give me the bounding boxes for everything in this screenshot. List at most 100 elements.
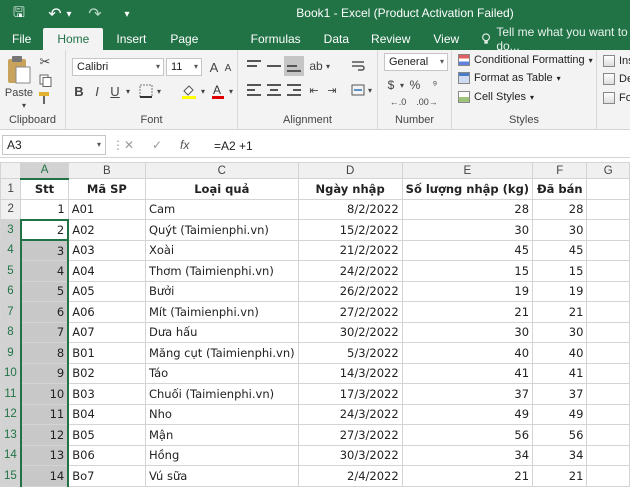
bottom-align-icon[interactable] — [284, 56, 304, 76]
cell[interactable]: 14 — [19, 465, 70, 487]
column-header-e[interactable]: E — [401, 162, 534, 179]
cell[interactable]: 14/3/2022 — [297, 362, 403, 384]
increase-font-icon[interactable]: A — [208, 58, 220, 76]
copy-icon[interactable] — [38, 72, 52, 88]
fill-color-icon[interactable] — [180, 82, 198, 100]
column-header-d[interactable]: D — [297, 162, 403, 179]
cell[interactable]: 21 — [401, 301, 534, 323]
cell[interactable]: A05 — [67, 280, 146, 302]
cell[interactable]: B02 — [67, 362, 146, 384]
cell[interactable]: 34 — [401, 444, 534, 466]
cell[interactable]: 15 — [401, 260, 534, 282]
cell[interactable]: 11 — [19, 403, 70, 425]
row-header[interactable]: 6 — [0, 280, 22, 302]
cell[interactable] — [586, 260, 630, 282]
increase-decimal-icon[interactable]: ←.0 — [386, 94, 410, 110]
cell[interactable]: B06 — [67, 444, 146, 466]
cell[interactable]: 30/3/2022 — [297, 444, 403, 466]
header-cell[interactable]: Ngày nhập — [297, 178, 403, 200]
row-header[interactable]: 8 — [0, 321, 22, 343]
cell[interactable]: 49 — [401, 403, 534, 425]
cell-styles-button[interactable]: Cell Styles ▾ — [458, 88, 534, 106]
cell[interactable]: 27/3/2022 — [297, 424, 403, 446]
fill-color-dropdown-icon[interactable]: ▾ — [199, 82, 207, 100]
align-center-icon[interactable] — [266, 82, 282, 98]
format-as-table-button[interactable]: Format as Table ▾ — [458, 69, 561, 87]
bold-button[interactable]: B — [72, 82, 86, 100]
row-header[interactable]: 4 — [0, 239, 22, 261]
cell[interactable] — [586, 178, 630, 200]
merge-dropdown-icon[interactable]: ▾ — [366, 82, 374, 98]
format-cells-button[interactable]: For — [603, 89, 630, 107]
column-header-g[interactable]: G — [586, 162, 630, 179]
decrease-font-icon[interactable]: A — [222, 60, 234, 76]
cell[interactable]: 21 — [401, 465, 534, 487]
cell[interactable]: Táo — [144, 362, 299, 384]
cell[interactable]: Cam — [144, 198, 299, 220]
cell[interactable]: 9 — [19, 362, 70, 384]
cell[interactable]: 17/3/2022 — [297, 383, 403, 405]
cell[interactable]: 45 — [532, 239, 588, 261]
row-header[interactable]: 9 — [0, 342, 22, 364]
cell[interactable]: Dưa hấu — [144, 321, 299, 343]
font-size-dropdown[interactable]: 11 ▾ — [166, 58, 202, 76]
cell[interactable]: 41 — [532, 362, 588, 384]
underline-dropdown-icon[interactable]: ▾ — [124, 82, 132, 100]
cell[interactable]: Măng cụt (Taimienphi.vn) — [144, 342, 299, 364]
delete-cells-button[interactable]: De — [603, 70, 630, 88]
cell[interactable]: 10 — [19, 383, 70, 405]
insert-function-icon[interactable]: fx — [180, 138, 189, 152]
row-header[interactable]: 13 — [0, 424, 22, 446]
conditional-formatting-button[interactable]: Conditional Formatting ▾ — [458, 51, 593, 69]
cell[interactable] — [586, 280, 630, 302]
cell[interactable] — [586, 465, 630, 487]
cell[interactable]: 5 — [19, 280, 70, 302]
cell[interactable]: Xoài — [144, 239, 299, 261]
formula-bar-options-icon[interactable]: ⋮ — [112, 138, 124, 152]
cell[interactable]: 12 — [19, 424, 70, 446]
cell[interactable]: Mận — [144, 424, 299, 446]
cell[interactable]: 21 — [532, 301, 588, 323]
decrease-decimal-icon[interactable]: .00→ — [414, 94, 440, 110]
borders-icon[interactable] — [138, 83, 154, 99]
header-cell[interactable]: Số lượng nhập (kg) — [401, 178, 534, 200]
column-header-c[interactable]: C — [144, 162, 299, 179]
tell-me-box[interactable]: Tell me what you want to do... — [471, 25, 630, 53]
cell[interactable]: 8/2/2022 — [297, 198, 403, 220]
tab-insert[interactable]: Insert — [103, 28, 159, 50]
underline-button[interactable]: U — [108, 82, 122, 100]
cell[interactable]: Vú sữa — [144, 465, 299, 487]
header-cell[interactable]: Đã bán — [532, 178, 588, 200]
font-color-icon[interactable]: A — [210, 82, 226, 100]
row-header[interactable]: 5 — [0, 260, 22, 282]
increase-indent-icon[interactable]: ⇥ — [324, 82, 340, 98]
cell[interactable]: 24/3/2022 — [297, 403, 403, 425]
cell[interactable]: B03 — [67, 383, 146, 405]
font-color-dropdown-icon[interactable]: ▾ — [227, 82, 235, 100]
cell[interactable]: 40 — [532, 342, 588, 364]
cell[interactable]: 30 — [401, 219, 534, 241]
cell[interactable]: 37 — [532, 383, 588, 405]
cell[interactable]: A06 — [67, 301, 146, 323]
column-header-b[interactable]: B — [67, 162, 146, 179]
cell[interactable] — [586, 198, 630, 220]
cell[interactable]: 28 — [401, 198, 534, 220]
paste-icon[interactable] — [4, 54, 34, 86]
header-cell[interactable]: Loại quả — [144, 178, 299, 200]
header-cell[interactable]: Stt — [20, 178, 69, 200]
tab-review[interactable]: Review — [360, 28, 421, 50]
number-format-dropdown[interactable]: General ▾ — [384, 53, 448, 71]
row-header[interactable]: 3 — [0, 219, 22, 241]
cell[interactable]: 4 — [19, 260, 70, 282]
cell[interactable] — [586, 342, 630, 364]
cell[interactable]: 2/4/2022 — [297, 465, 403, 487]
cell[interactable]: Quýt (Taimienphi.vn) — [144, 219, 299, 241]
cell[interactable] — [586, 239, 630, 261]
cell[interactable] — [586, 444, 630, 466]
cell[interactable] — [586, 362, 630, 384]
insert-cells-button[interactable]: Ins — [603, 52, 630, 70]
percent-button[interactable]: % — [408, 76, 422, 94]
cell[interactable]: 15/2/2022 — [297, 219, 403, 241]
cell[interactable]: 19 — [401, 280, 534, 302]
cell[interactable]: 56 — [401, 424, 534, 446]
